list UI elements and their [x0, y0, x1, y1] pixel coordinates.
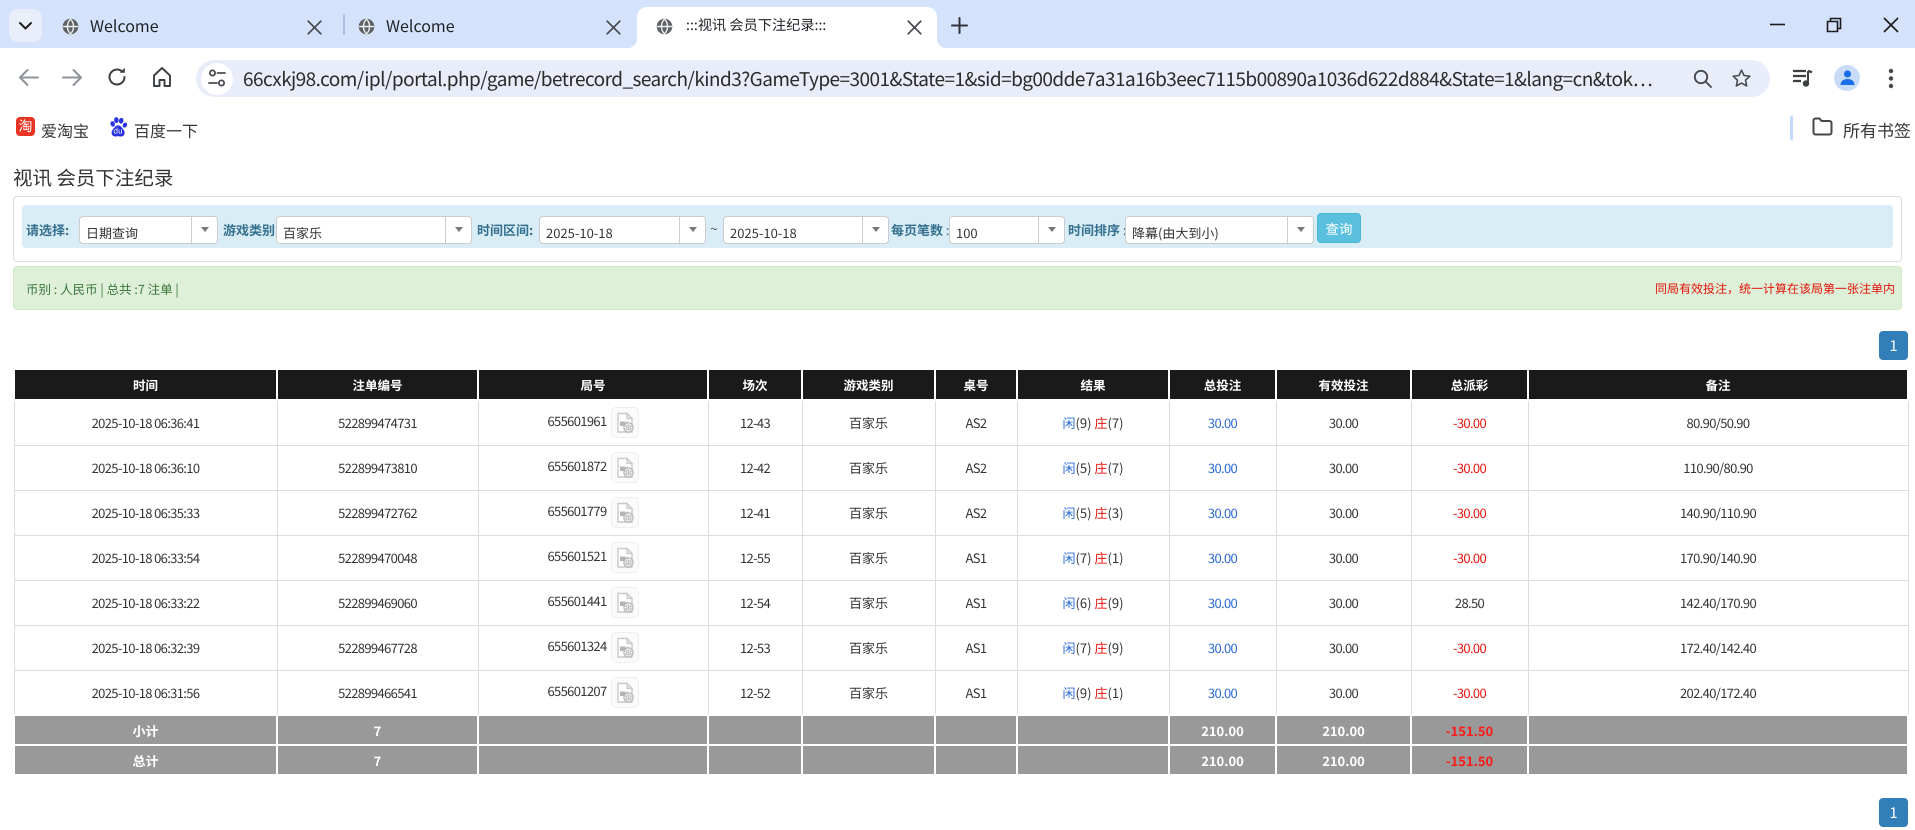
svg-text:du: du	[113, 126, 122, 137]
